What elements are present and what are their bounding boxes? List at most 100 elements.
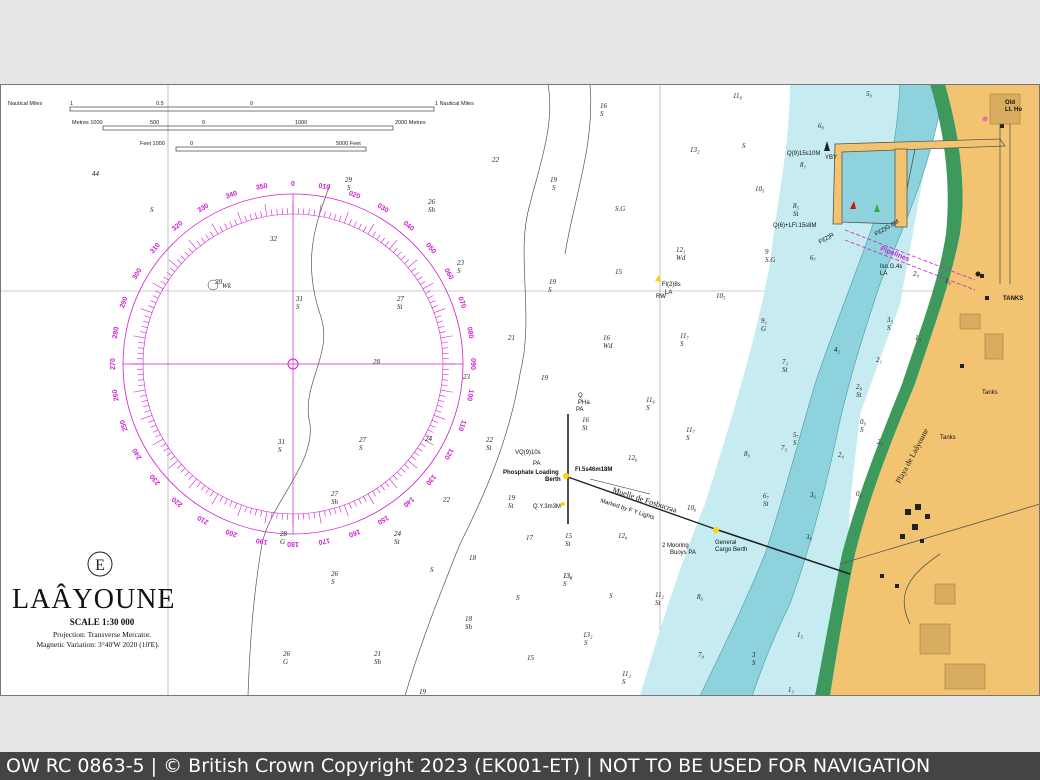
sounding: 17 [526,534,534,542]
sounding: S [278,446,282,454]
copyright-footer: OW RC 0863-5 | © British Crown Copyright… [0,752,1040,780]
sounding: 10₅ [716,292,726,300]
sounding: G [280,538,285,546]
sounding: 16 [582,416,590,424]
sounding: 28 [280,530,288,538]
sounding: 7₃ [782,358,789,366]
chart-emblem: E [95,557,105,574]
sounding: 8₅ [793,202,800,210]
sounding: 10₅ [755,185,765,193]
sounding: 12₁ [676,246,685,254]
sounding: Sh [374,658,382,666]
general-cargo-1: General [715,540,736,546]
sounding: 15 [565,532,573,540]
sounding: 2₈ [856,383,863,391]
sounding: 6₇ [763,492,770,500]
sounding: 9₁ [761,317,767,325]
sounding: 6₇ [810,254,817,262]
sounding: 24 [394,530,402,538]
sounding: 23 [457,259,465,267]
nm-tick-0: 0 [250,101,253,107]
wreck-label: Wk [222,282,232,290]
metres-tick-1000: 1000 [295,120,307,126]
metres-tick-0: 0 [202,120,205,126]
sounding: 2₁ [876,356,882,364]
sounding: S [516,594,520,602]
sounding: S [887,324,891,332]
light-iso: Iso.G.4s [880,264,902,270]
sounding: S [680,340,684,348]
sounding: 2₉ [913,270,920,278]
chart-projection: Projection: Transverse Mercator. [53,630,151,639]
light-la: LA [880,271,887,277]
sounding: 15 [527,654,535,662]
compass-label: 0 [291,181,295,188]
sounding: 0₉ [860,418,867,426]
sounding: 20 [215,278,223,286]
sounding: 21 [374,650,381,658]
light-pa-2: PA [533,461,541,467]
sounding: 15 [615,268,623,276]
chart-scale: SCALE 1:30 000 [70,617,135,627]
sounding: 27 [331,490,339,498]
sounding: 0₆ [856,490,863,498]
sounding: 18 [469,554,477,562]
metres-tick-500: 500 [150,120,159,126]
sounding: 11₇ [680,332,689,340]
sounding: S [430,566,434,574]
nautical-chart[interactable]: Pipelines 0 01002003004005006007008009010… [0,84,1040,696]
sounding: 31 [295,295,303,303]
sounding: 27 [359,436,367,444]
sounding: S [793,439,797,447]
nm-tick-1: 1 [70,101,73,107]
sounding: 11₈ [733,92,742,100]
light-fl5s: Fl.5s46m18M [575,467,612,473]
light-yby: YBY [825,155,837,161]
light-q6: Q(6)+LFl.15s8M [773,223,817,229]
nm-tick-05: 0.5 [156,101,164,107]
sounding: S [860,426,864,434]
sounding: S [686,434,690,442]
sounding: S [742,142,746,150]
light-fl2-8s: Fl(2)8s [662,282,681,288]
sounding: S [548,286,552,294]
sounding: S.G [615,205,625,213]
light-q9: Q(9)15s10M [787,151,820,157]
sounding: 5₇ [793,431,800,439]
sounding: 19 [550,176,558,184]
sounding: S [563,580,567,588]
compass-label: 180 [287,540,299,547]
sounding: 21 [508,334,515,342]
chart-viewer[interactable]: Pipelines 0 010 020 030 040 050 060 070 080 090 10… [0,0,1040,752]
sounding: 22 [492,156,500,164]
nm-end: 1 Nautical Miles [435,101,474,107]
sounding: 10₆ [687,504,697,512]
sounding: Wd [676,254,686,262]
sounding: 16 [600,102,608,110]
light-q: Q [578,393,583,399]
sounding: S [552,184,556,192]
sounding: 26 [428,198,436,206]
light-qy: Q.Y.3m3M [533,504,561,510]
sounding: Sh [465,623,473,631]
nm-label: Nautical Miles [8,101,42,107]
sounding: 24 [425,435,433,443]
sounding: 19 [508,494,516,502]
sounding: 29 [345,176,353,184]
old-lt-ho-1: Old [1005,100,1015,106]
light-rw: RW [656,294,666,300]
sounding: S [296,303,300,311]
tanks-label-3: Tanks [940,435,956,441]
sounding: 12₈ [618,532,628,540]
sounding: 7₃ [781,444,788,452]
sounding: 8₁ [800,161,806,169]
metres-label: Metres 1000 [72,120,103,126]
general-cargo-2: Cargo Berth [715,547,747,553]
sounding: S [600,110,604,118]
light-vq9: VQ(9)10s [515,450,541,456]
light-pa: PA [576,407,584,413]
sounding: 8₆ [697,593,704,601]
compass-label: 090 [469,358,476,370]
sounding: S [622,678,626,686]
sounding: 9 [765,248,769,256]
